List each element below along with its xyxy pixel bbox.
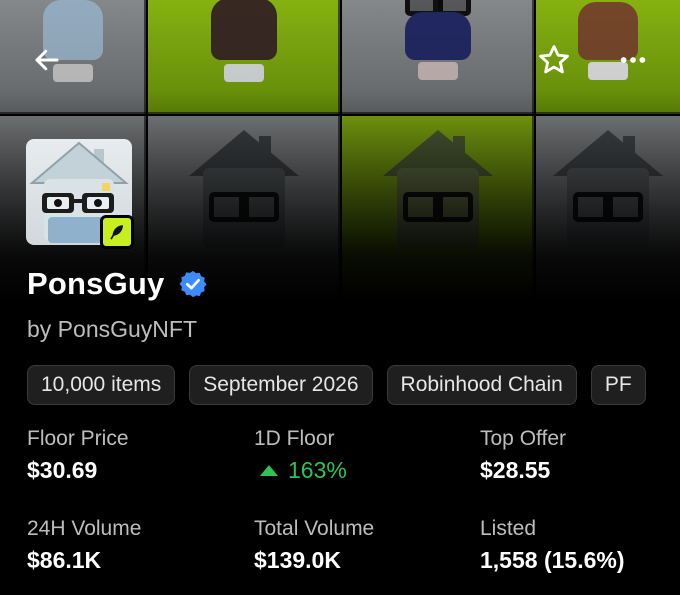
stat-label: 1D Floor (254, 427, 335, 450)
stat-label: Listed (480, 517, 537, 540)
stat-top-offer: Top Offer $28.55 (480, 427, 566, 484)
verified-badge-icon (178, 269, 208, 299)
collection-tags: 10,000 items September 2026 Robinhood Ch… (27, 365, 653, 405)
tag-created-date: September 2026 (189, 365, 373, 405)
trend-up-icon (260, 465, 278, 476)
stat-change-percent: 163% (288, 457, 347, 483)
stat-label: Top Offer (480, 427, 566, 450)
stat-value: $30.69 (27, 457, 98, 483)
tag-item-count: 10,000 items (27, 365, 176, 405)
title-row: PonsGuy (27, 266, 208, 302)
stat-listed: Listed 1,558 (15.6%) (480, 517, 624, 574)
more-options-button[interactable] (611, 38, 655, 82)
creator-chip (100, 215, 134, 249)
arrow-left-icon (35, 49, 59, 71)
stat-24h-volume: 24H Volume $86.1K (27, 517, 141, 574)
stat-label: Total Volume (254, 517, 375, 540)
back-button[interactable] (25, 38, 69, 82)
creator-name[interactable]: by PonsGuyNFT (27, 316, 197, 343)
tag-chain: Robinhood Chain (386, 365, 577, 405)
stat-1d-floor: 1D Floor 163% (254, 427, 347, 484)
tag-truncated: PF (590, 365, 646, 405)
stat-value-trend: 163% (254, 457, 347, 484)
feather-icon (110, 225, 123, 240)
stat-value: $86.1K (27, 547, 102, 573)
stat-floor-price: Floor Price $30.69 (27, 427, 129, 484)
stat-value: $139.0K (254, 547, 341, 573)
stat-value: $28.55 (480, 457, 551, 483)
stat-value: 1,558 (15.6%) (480, 547, 625, 573)
stat-label: 24H Volume (27, 517, 142, 540)
star-outline-icon (539, 45, 569, 74)
favorite-button[interactable] (532, 38, 576, 82)
stat-label: Floor Price (27, 427, 129, 450)
stat-total-volume: Total Volume $139.0K (254, 517, 374, 574)
collection-title: PonsGuy (27, 266, 165, 301)
more-horizontal-icon (620, 57, 646, 63)
